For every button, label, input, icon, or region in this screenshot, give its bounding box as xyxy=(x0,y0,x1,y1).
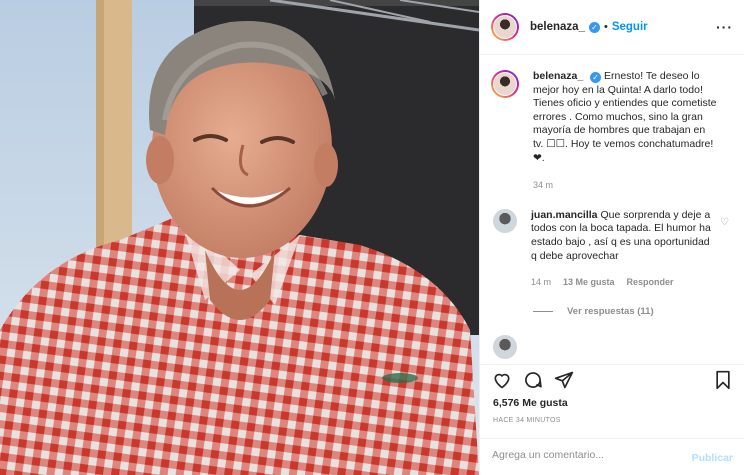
reply-button[interactable]: Responder xyxy=(627,276,674,290)
next-comment-row xyxy=(491,334,733,359)
post-image xyxy=(0,0,479,475)
replies-divider xyxy=(533,310,553,312)
action-icons xyxy=(492,370,733,398)
caption-avatar[interactable] xyxy=(491,70,519,98)
add-comment-bar: Publicar xyxy=(480,438,744,475)
view-replies-label: Ver respuestas (11) xyxy=(567,305,654,317)
post-actions: 6,576 Me gusta HACE 34 MINUTOS Publicar xyxy=(480,364,744,475)
author-avatar[interactable] xyxy=(491,13,519,41)
comment-username[interactable]: juan.mancilla xyxy=(531,209,598,221)
post-photo[interactable] xyxy=(0,0,479,475)
publish-button[interactable]: Publicar xyxy=(692,452,733,464)
add-comment-input[interactable] xyxy=(492,449,682,461)
save-bookmark-icon[interactable] xyxy=(713,370,733,390)
verified-badge-icon: ✓ xyxy=(588,21,600,33)
comment-bubble-icon[interactable] xyxy=(523,370,543,390)
more-options-icon[interactable]: ··· xyxy=(716,19,733,35)
comment-likes[interactable]: 13 Me gusta xyxy=(563,276,615,290)
like-heart-icon[interactable] xyxy=(492,370,512,390)
likes-count[interactable]: 6,576 Me gusta xyxy=(493,397,568,409)
caption-row: belenaza_ ✓ Ernesto! Te deseo lo mejor h… xyxy=(491,70,733,193)
author-username[interactable]: belenaza_ xyxy=(530,21,585,33)
caption-username[interactable]: belenaza_ xyxy=(533,70,583,82)
next-commenter-avatar[interactable] xyxy=(493,334,517,359)
share-paper-plane-icon[interactable] xyxy=(554,370,574,390)
post-header: belenaza_ ✓ • Seguir ··· xyxy=(480,0,744,55)
comment-row: juan.mancilla Que sorprenda y deje a tod… xyxy=(491,208,733,290)
caption-text: Ernesto! Te deseo lo mejor hoy en la Qui… xyxy=(533,70,717,164)
comment-time[interactable]: 14 m xyxy=(531,276,551,290)
view-replies-button[interactable]: Ver respuestas (11) xyxy=(533,306,733,317)
commenter-avatar[interactable] xyxy=(493,208,517,233)
post-timestamp[interactable]: HACE 34 MINUTOS xyxy=(493,417,561,424)
post-sidebar: belenaza_ ✓ • Seguir ··· belenaza_ ✓ Ern… xyxy=(479,0,744,475)
comments-list[interactable]: belenaza_ ✓ Ernesto! Te deseo lo mejor h… xyxy=(480,56,744,364)
separator-dot: • xyxy=(603,21,608,33)
caption-time[interactable]: 34 m xyxy=(533,179,553,193)
follow-button[interactable]: Seguir xyxy=(612,21,648,33)
verified-badge-icon: ✓ xyxy=(590,72,602,83)
comment-like-heart-icon[interactable]: ♡ xyxy=(720,217,729,228)
